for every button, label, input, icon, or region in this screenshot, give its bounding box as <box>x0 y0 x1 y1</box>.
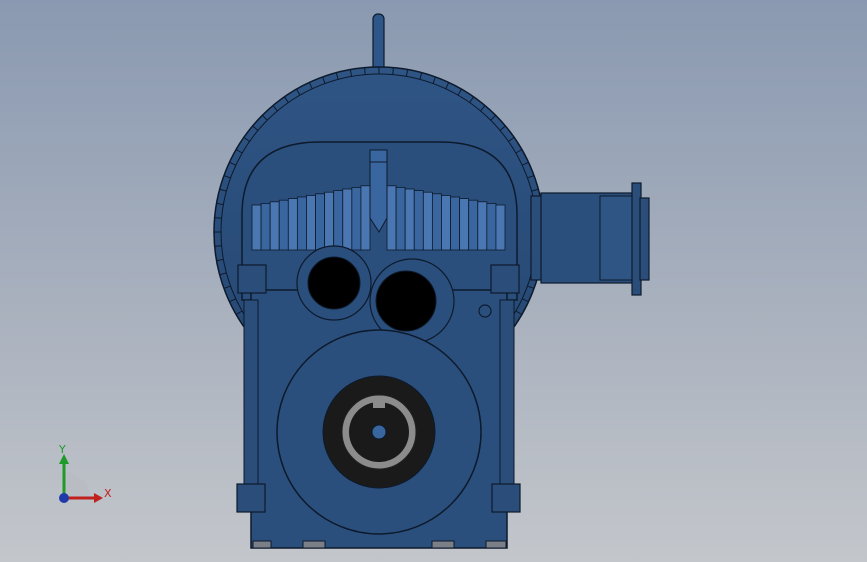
flange-rib <box>364 67 366 75</box>
gear-tooth <box>269 201 280 251</box>
gear-tooth <box>486 202 497 251</box>
gear-tooth <box>459 198 470 251</box>
cad-viewport[interactable]: Y X <box>0 0 867 562</box>
flange-rib <box>214 217 222 219</box>
flange-rib <box>392 67 394 75</box>
side-motor-housing <box>530 182 650 296</box>
gear-tooth <box>386 185 397 251</box>
gear-tooth <box>315 193 326 251</box>
gear-tooth <box>360 185 371 251</box>
z-axis-dot-icon <box>59 493 69 503</box>
gear-reducer-model[interactable] <box>0 0 867 562</box>
gear-tooth <box>351 186 362 251</box>
gear-tooth <box>342 188 353 251</box>
gear-tooth <box>260 202 271 251</box>
x-axis-label: X <box>104 487 112 500</box>
gear-tooth <box>306 194 316 251</box>
gear-tooth <box>450 196 461 251</box>
gear-tooth <box>495 204 506 251</box>
gear-tooth <box>287 198 298 251</box>
gear-tooth <box>296 196 307 251</box>
gear-tooth <box>413 190 424 251</box>
gear-tooth <box>431 193 442 251</box>
output-shaft <box>276 329 482 535</box>
gear-tooth <box>468 199 479 251</box>
gear-tooth <box>333 190 344 251</box>
gear-tooth <box>278 199 289 251</box>
gear-tooth <box>477 201 488 251</box>
gear-tooth <box>422 191 433 251</box>
gear-tooth <box>395 186 406 251</box>
axis-triad: Y X <box>40 438 130 518</box>
gear-tooth <box>251 204 262 251</box>
x-axis-arrow-icon <box>94 493 103 503</box>
triad-plane <box>64 472 90 498</box>
gear-tooth <box>404 188 415 251</box>
y-axis-label: Y <box>58 443 66 456</box>
gear-tooth <box>441 194 451 251</box>
flange-rib <box>214 245 222 247</box>
gear-tooth <box>324 191 335 251</box>
